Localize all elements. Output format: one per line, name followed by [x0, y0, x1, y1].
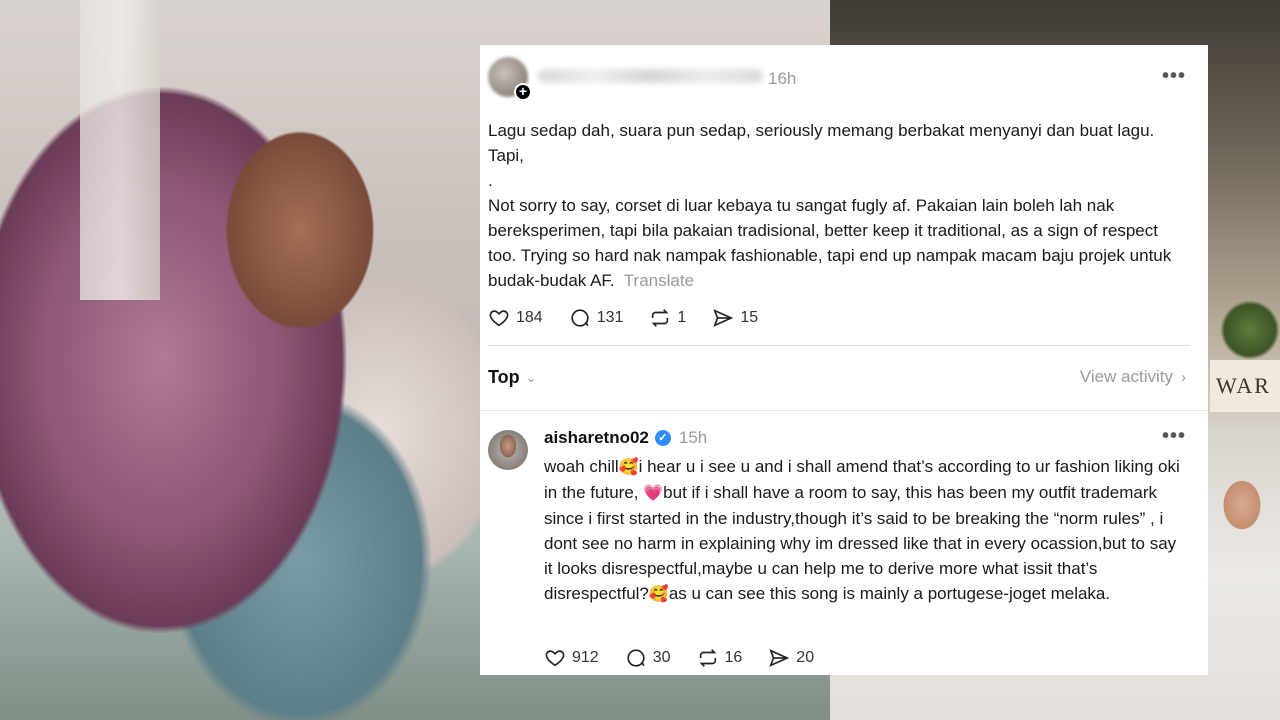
comment-icon [627, 649, 645, 667]
reply-comment-count: 30 [652, 649, 671, 666]
reply-text-part: as u can see this song is mainly a portu… [668, 584, 1111, 603]
op-text-line: Lagu sedap dah, suara pun sedap, serious… [488, 121, 1155, 165]
share-count: 15 [740, 309, 759, 326]
background-sign: WAR [1210, 360, 1280, 412]
repost-icon [699, 649, 716, 667]
like-count: 184 [516, 309, 543, 326]
background-plant [1220, 300, 1280, 360]
original-post-card: + 16h ••• Lagu sedap dah, suara pun seda… [480, 45, 1208, 410]
reply-share-count: 20 [796, 649, 815, 666]
send-icon [713, 309, 734, 327]
reply-repost-button[interactable]: 16 [697, 647, 743, 669]
chevron-right-icon: › [1181, 368, 1186, 386]
op-text-body: Not sorry to say, corset di luar kebaya … [488, 196, 1172, 290]
repost-icon [651, 309, 669, 327]
reply-repost-count: 16 [724, 649, 743, 666]
comment-count: 131 [596, 309, 624, 326]
reply-comment-button[interactable]: 30 [625, 647, 671, 669]
repost-count: 1 [677, 309, 687, 326]
op-more-options-icon[interactable]: ••• [1162, 65, 1186, 88]
reply-timestamp: 15h [678, 428, 708, 447]
smiling-hearts-emoji-icon: 🥰 [618, 459, 639, 476]
heart-icon [489, 310, 509, 327]
comment-icon [571, 309, 589, 327]
reply-card: aisharetno02 ✓ 15h ••• woah chill🥰i hear… [480, 410, 1208, 675]
follow-plus-icon[interactable]: + [514, 83, 532, 101]
verified-badge-icon: ✓ [654, 430, 671, 446]
reply-like-button[interactable]: 912 [544, 647, 599, 669]
view-activity-link[interactable]: View activity › [1080, 367, 1186, 387]
chevron-down-icon: ⌄ [525, 369, 537, 385]
op-post-text: Lagu sedap dah, suara pun sedap, serious… [488, 118, 1188, 293]
reply-text-part: woah chill [544, 457, 619, 476]
divider [488, 345, 1190, 346]
op-text-line: Not sorry to say, corset di luar kebaya … [488, 193, 1188, 293]
sort-label: Top [488, 367, 520, 387]
heart-icon [545, 650, 565, 667]
sort-dropdown[interactable]: Top ⌄ [488, 367, 537, 388]
op-action-bar: 184 131 1 15 [488, 307, 784, 329]
like-button[interactable]: 184 [488, 307, 543, 329]
op-timestamp: 16h [768, 69, 797, 88]
reply-text: woah chill🥰i hear u i see u and i shall … [544, 454, 1184, 607]
reply-header: aisharetno02 ✓ 15h [544, 428, 707, 448]
share-button[interactable]: 15 [712, 307, 758, 329]
comment-button[interactable]: 131 [569, 307, 624, 329]
reply-avatar[interactable] [488, 430, 528, 470]
pink-heart-emoji-icon: 💗 [643, 485, 664, 502]
reply-username[interactable]: aisharetno02 [544, 428, 649, 448]
translate-link[interactable]: Translate [624, 271, 694, 290]
op-text-line: . [488, 171, 493, 190]
view-activity-label: View activity [1079, 367, 1173, 386]
background-column [80, 0, 160, 300]
send-icon [769, 649, 790, 667]
reply-action-bar: 912 30 16 20 [544, 647, 840, 669]
reply-like-count: 912 [572, 649, 599, 666]
smiling-hearts-emoji-icon: 🥰 [648, 586, 669, 603]
op-username-blurred[interactable] [538, 69, 763, 83]
reply-more-options-icon[interactable]: ••• [1162, 425, 1186, 448]
reply-share-button[interactable]: 20 [768, 647, 814, 669]
repost-button[interactable]: 1 [649, 307, 686, 329]
background-hand [1212, 470, 1268, 540]
